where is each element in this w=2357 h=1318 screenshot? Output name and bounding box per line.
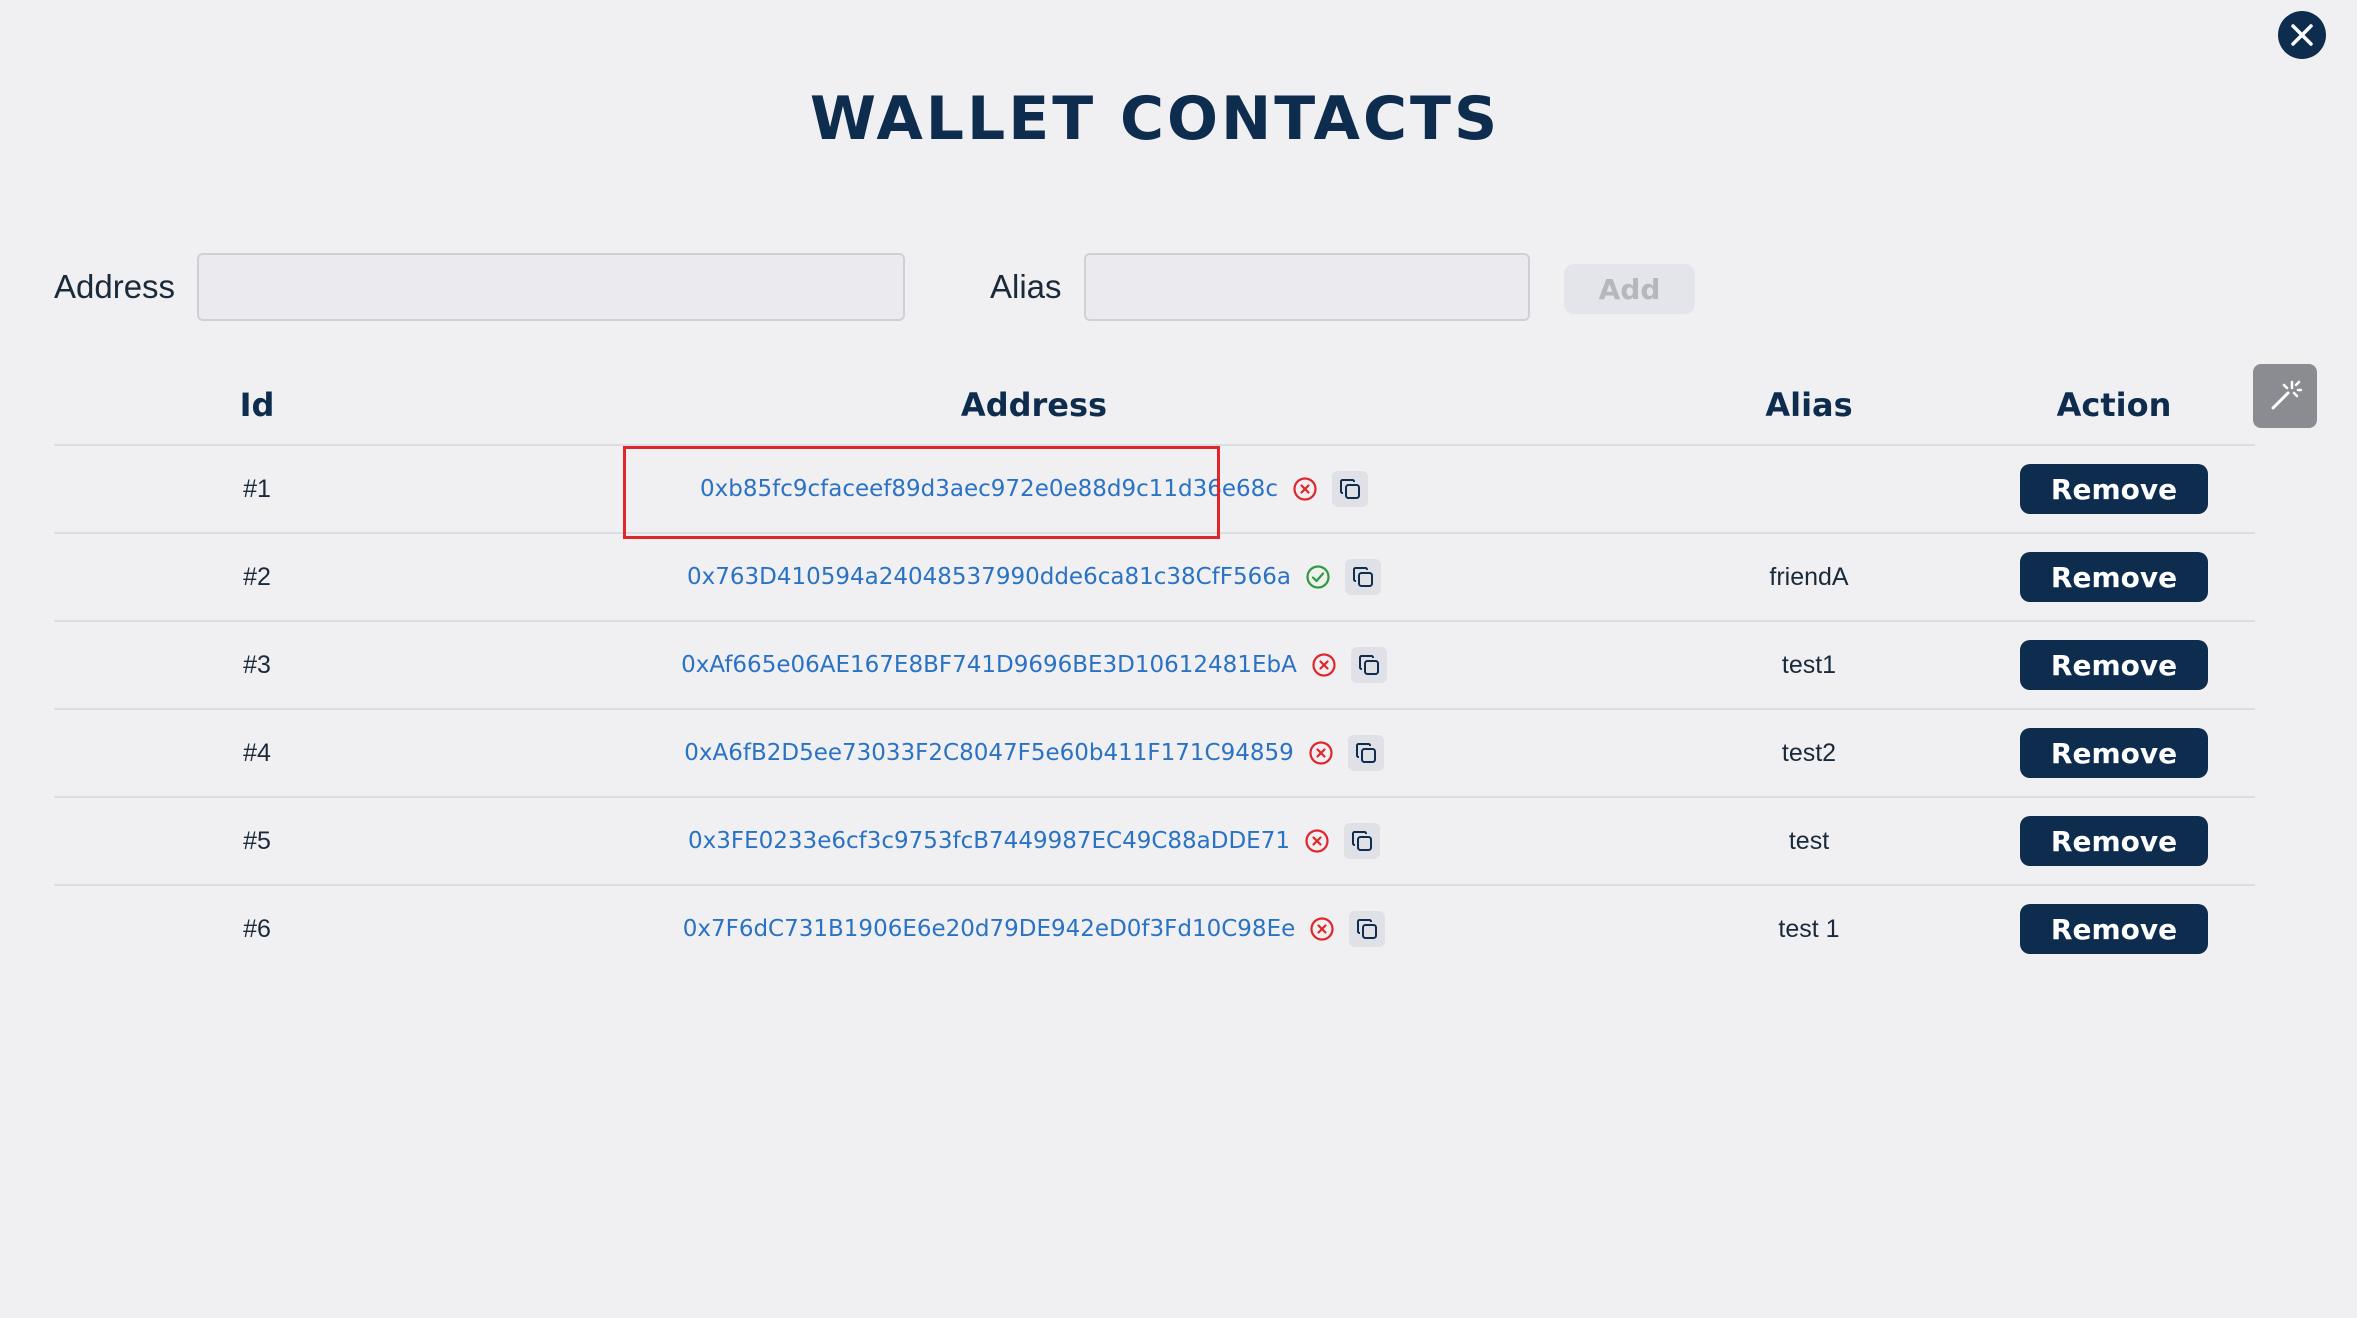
row-alias: test [1788,827,1830,855]
table-row: #4 0xA6fB2D5ee73033F2C8047F5e60b411F171C… [54,710,2255,798]
row-action-cell: Remove [1984,710,2244,796]
row-alias: friendA [1769,563,1849,591]
header-alias: Alias [1765,386,1853,424]
x-circle-icon [1292,476,1318,502]
copy-icon [1355,743,1376,763]
row-id: #6 [243,915,271,943]
row-action-cell: Remove [1984,886,2244,972]
address-link[interactable]: 0x3FE0233e6cf3c9753fcB7449987EC49C88aDDE… [688,828,1290,854]
row-alias: test2 [1781,739,1837,767]
address-link[interactable]: 0xAf665e06AE167E8BF741D9696BE3D10612481E… [681,652,1297,678]
check-circle-icon [1305,564,1331,590]
add-button[interactable]: Add [1564,264,1695,314]
x-circle-icon [1304,828,1330,854]
address-link[interactable]: 0xb85fc9cfaceef89d3aec972e0e88d9c11d36e6… [700,476,1278,502]
x-circle-icon [1308,740,1334,766]
copy-button[interactable] [1331,471,1368,507]
table-row: #6 0x7F6dC731B1906E6e20d79DE942eD0f3Fd10… [54,886,2255,972]
row-address-cell: 0x763D410594a24048537990dde6ca81c38CfF56… [614,534,1454,620]
magic-wand-button[interactable] [2253,364,2317,428]
row-id: #1 [243,475,271,503]
address-input[interactable] [197,253,905,321]
row-id: #5 [243,827,271,855]
remove-button[interactable]: Remove [2020,904,2208,954]
magic-wand-icon [2271,380,2302,410]
remove-button[interactable]: Remove [2020,816,2208,866]
copy-button[interactable] [1350,647,1387,683]
copy-button[interactable] [1349,911,1386,947]
x-circle-icon [1309,916,1335,942]
address-link[interactable]: 0x763D410594a24048537990dde6ca81c38CfF56… [687,564,1291,590]
alias-label: Alias [990,268,1062,305]
wallet-contacts-page: WALLET CONTACTS Address Alias Add Id Add… [0,0,2357,1318]
remove-button[interactable]: Remove [2020,464,2208,514]
x-circle-icon [1311,652,1337,678]
row-action-cell: Remove [1984,622,2244,708]
contacts-table: Id Address Alias Action #1 0xb85fc9cface… [54,370,2255,972]
header-address: Address [960,386,1108,424]
remove-button[interactable]: Remove [2020,640,2208,690]
row-action-cell: Remove [1984,534,2244,620]
table-row: #5 0x3FE0233e6cf3c9753fcB7449987EC49C88a… [54,798,2255,886]
row-address-cell: 0x7F6dC731B1906E6e20d79DE942eD0f3Fd10C98… [614,886,1454,972]
remove-button[interactable]: Remove [2020,552,2208,602]
copy-button[interactable] [1347,735,1384,771]
row-address-cell: 0xAf665e06AE167E8BF741D9696BE3D10612481E… [614,622,1454,708]
close-button[interactable] [2278,11,2326,59]
row-alias: test1 [1781,651,1837,679]
row-id: #2 [243,563,271,591]
row-action-cell: Remove [1984,798,2244,884]
copy-button[interactable] [1343,823,1380,859]
copy-button[interactable] [1345,559,1381,595]
address-label: Address [54,268,176,305]
page-title: WALLET CONTACTS [809,84,1501,154]
copy-icon [1357,919,1378,939]
copy-icon [1339,479,1360,499]
header-action: Action [2056,386,2172,424]
row-address-cell: 0xb85fc9cfaceef89d3aec972e0e88d9c11d36e6… [614,446,1454,532]
address-link[interactable]: 0xA6fB2D5ee73033F2C8047F5e60b411F171C948… [684,740,1294,766]
copy-icon [1358,655,1379,675]
table-header: Id Address Alias Action [54,370,2255,446]
header-id: Id [239,386,275,424]
address-link[interactable]: 0x7F6dC731B1906E6e20d79DE942eD0f3Fd10C98… [683,916,1296,942]
table-row: #1 0xb85fc9cfaceef89d3aec972e0e88d9c11d3… [54,446,2255,534]
row-address-cell: 0x3FE0233e6cf3c9753fcB7449987EC49C88aDDE… [614,798,1454,884]
close-icon [2291,24,2313,46]
copy-icon [1351,831,1372,851]
alias-input[interactable] [1084,253,1530,321]
remove-button[interactable]: Remove [2020,728,2208,778]
copy-icon [1353,567,1373,587]
row-id: #3 [243,651,271,679]
row-alias: test 1 [1778,915,1840,943]
row-alias [1674,446,1944,532]
row-id: #4 [243,739,271,767]
row-address-cell: 0xA6fB2D5ee73033F2C8047F5e60b411F171C948… [614,710,1454,796]
table-row: #2 0x763D410594a24048537990dde6ca81c38Cf… [54,534,2255,622]
row-action-cell: Remove [1984,446,2244,532]
table-row: #3 0xAf665e06AE167E8BF741D9696BE3D106124… [54,622,2255,710]
table-body: #1 0xb85fc9cfaceef89d3aec972e0e88d9c11d3… [54,446,2255,972]
